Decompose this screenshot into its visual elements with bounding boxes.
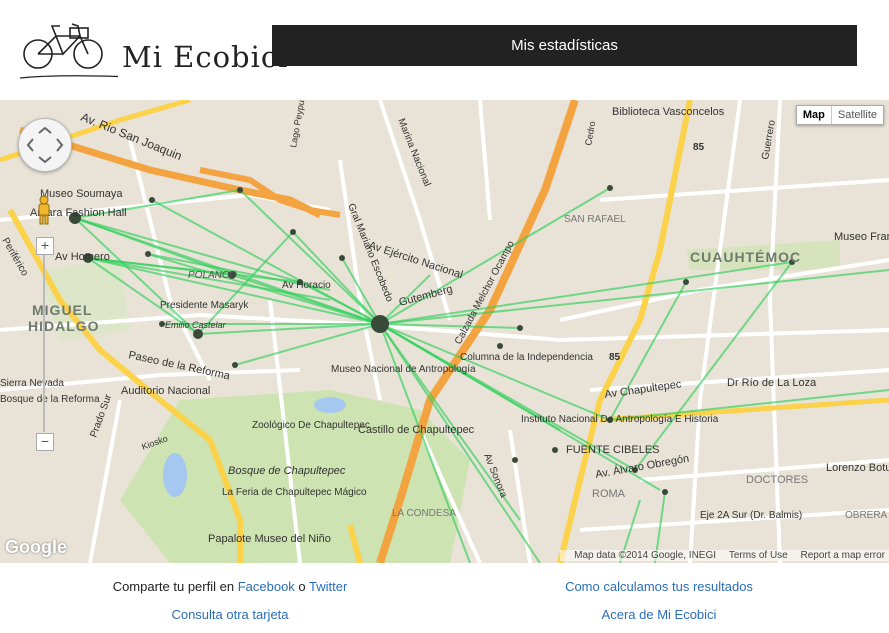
other-card-line: Consulta otra tarjeta bbox=[8, 607, 452, 622]
label-antropologia: Museo Nacional de Antropología bbox=[331, 364, 476, 375]
label-inah: Instituto Nacional De Antropología E His… bbox=[521, 414, 719, 425]
label-cedro: Cedro bbox=[583, 120, 597, 146]
map-attribution: Map data ©2014 Google, INEGI Terms of Us… bbox=[560, 550, 889, 561]
footer: Comparte tu perfil en Facebook o Twitter… bbox=[0, 563, 889, 633]
label-cuauhtemoc: CUAUHTÉMOC bbox=[690, 249, 801, 265]
label-museo-fr: Museo Fran bbox=[834, 231, 889, 243]
label-chapultepec-av: Av Chapultepec bbox=[604, 378, 683, 401]
label-obrera: OBRERA bbox=[845, 510, 888, 521]
label-masaryk: Presidente Masaryk bbox=[160, 300, 249, 311]
header: Mi Ecobici Mis estadísticas bbox=[0, 0, 889, 100]
share-line: Comparte tu perfil en Facebook o Twitter bbox=[8, 579, 452, 594]
lake bbox=[163, 453, 187, 497]
mis-estadisticas-button[interactable]: Mis estadísticas bbox=[272, 25, 857, 66]
share-or: o bbox=[294, 579, 310, 594]
label-miguel: MIGUEL bbox=[32, 302, 92, 318]
label-sonora: Av Sonora bbox=[481, 452, 509, 500]
label-auditorio: Auditorio Nacional bbox=[121, 385, 210, 397]
label-san-rafael: SAN RAFAEL bbox=[564, 214, 626, 225]
label-castelar: Emilio Castelar bbox=[165, 320, 227, 330]
label-bosque: Bosque de Chapultepec bbox=[228, 465, 346, 477]
label-castillo: Castillo de Chapultepec bbox=[358, 424, 475, 436]
pan-arrows-icon bbox=[26, 126, 64, 164]
lake bbox=[314, 397, 346, 413]
label-route-85b: 85 bbox=[609, 352, 621, 363]
label-sierra: Sierra Nevada bbox=[0, 378, 64, 389]
label-polanco: POLANCO bbox=[188, 270, 237, 281]
about-line: Acera de Mi Ecobici bbox=[437, 607, 881, 622]
label-rio-loza: Dr Río de La Loza bbox=[727, 377, 817, 389]
label-papalote: Papalote Museo del Niño bbox=[208, 533, 331, 545]
map-type-map-button[interactable]: Map bbox=[797, 106, 831, 124]
map-type-satellite-button[interactable]: Satellite bbox=[830, 106, 883, 124]
how-line: Como calculamos tus resultados bbox=[437, 579, 881, 594]
label-lorenzo: Lorenzo Botu bbox=[826, 462, 889, 474]
map-data-text: Map data ©2014 Google, INEGI bbox=[574, 550, 717, 561]
label-cibeles: FUENTE CIBELES bbox=[566, 444, 660, 456]
consult-other-card-link[interactable]: Consulta otra tarjeta bbox=[171, 607, 288, 622]
label-soumaya: Museo Soumaya bbox=[40, 188, 123, 200]
zoom-out-button[interactable]: − bbox=[36, 433, 54, 451]
share-prefix: Comparte tu perfil en bbox=[112, 579, 238, 594]
label-homero: Av Homero bbox=[55, 251, 110, 263]
label-doctores: DOCTORES bbox=[746, 474, 808, 486]
label-columna: Columna de la Independencia bbox=[460, 352, 593, 363]
label-zoo: Zoológico De Chapultepec bbox=[252, 420, 370, 431]
zoom-in-button[interactable]: + bbox=[36, 237, 54, 255]
logo-text: Mi Ecobici bbox=[122, 40, 289, 74]
pegman-icon[interactable] bbox=[36, 195, 52, 225]
label-feria: La Feria de Chapultepec Mágico bbox=[222, 487, 367, 498]
map[interactable]: Av. Rio San Joaquin Biblioteca Vasconcel… bbox=[0, 100, 889, 563]
how-we-calculate-link[interactable]: Como calculamos tus resultados bbox=[565, 579, 753, 594]
terms-of-use-link[interactable]: Terms of Use bbox=[729, 550, 788, 561]
report-map-error-link[interactable]: Report a map error bbox=[801, 550, 885, 561]
label-bosque-reforma: Bosque de la Reforma bbox=[0, 394, 100, 405]
facebook-link[interactable]: Facebook bbox=[238, 579, 295, 594]
google-logo[interactable]: Google bbox=[5, 537, 67, 558]
about-mi-ecobici-link[interactable]: Acera de Mi Ecobici bbox=[602, 607, 717, 622]
map-type-control: Map Satellite bbox=[795, 105, 884, 125]
label-marina: Marina Nacional bbox=[395, 117, 432, 188]
zoom-slider[interactable] bbox=[43, 255, 45, 432]
label-horacio: Av Horacio bbox=[282, 280, 331, 291]
label-route-85a: 85 bbox=[693, 142, 705, 153]
bicycle-icon bbox=[19, 23, 219, 83]
mi-ecobici-logo[interactable]: Mi Ecobici bbox=[18, 12, 287, 87]
label-biblioteca: Biblioteca Vasconcelos bbox=[612, 106, 725, 118]
label-roma: ROMA bbox=[592, 488, 626, 500]
map-canvas[interactable]: Av. Rio San Joaquin Biblioteca Vasconcel… bbox=[0, 100, 889, 563]
twitter-link[interactable]: Twitter bbox=[309, 579, 347, 594]
label-hidalgo: HIDALGO bbox=[28, 318, 100, 334]
label-eje2: Eje 2A Sur (Dr. Balmis) bbox=[700, 510, 802, 521]
pan-control[interactable] bbox=[18, 118, 72, 172]
label-condesa: LA CONDESA bbox=[392, 508, 456, 519]
label-melchor: Calzada Melchor Ocampo bbox=[453, 239, 517, 347]
label-lago: Lago Peypus bbox=[288, 100, 307, 148]
